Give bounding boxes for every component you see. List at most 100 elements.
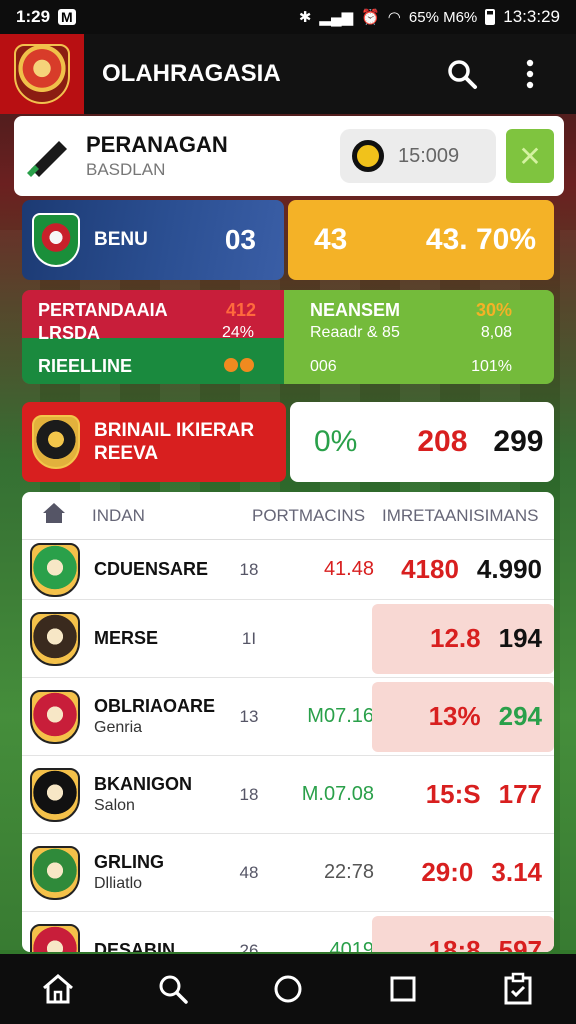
team-matches: 48 bbox=[239, 862, 259, 882]
highlight-pct: 0% bbox=[314, 425, 358, 458]
team-metric: 4019 bbox=[329, 939, 375, 952]
coin-value: 15:009 bbox=[398, 144, 460, 167]
team-crest-icon bbox=[30, 923, 80, 952]
summary-team-label: BENU bbox=[94, 229, 148, 250]
team-metric: 41.48 bbox=[323, 558, 374, 580]
team-name: MERSE bbox=[94, 628, 159, 648]
app-title: OLAHRAGASIA bbox=[102, 60, 281, 87]
team-metric: 22:78 bbox=[323, 861, 374, 883]
team-matches: 18 bbox=[239, 784, 259, 804]
table-row[interactable]: CDUENSARE 18 41.48 4180 4.990 bbox=[22, 540, 554, 600]
nav-clipboard-button[interactable] bbox=[496, 967, 540, 1011]
app-actions bbox=[444, 56, 576, 92]
bluetooth-icon: ✱ bbox=[298, 9, 312, 26]
strip-left-top-value: 412 bbox=[226, 300, 257, 320]
table-header-name[interactable]: INDAN bbox=[92, 506, 252, 526]
app-bar: OLAHRAGASIA bbox=[0, 34, 576, 114]
team-name: DESABIN bbox=[94, 940, 176, 952]
table-row[interactable]: MERSE 1I 12.8 194 bbox=[22, 600, 554, 678]
team-score: 12.8 194 bbox=[430, 623, 542, 654]
team-crest-icon bbox=[32, 213, 80, 267]
highlight-stats-card[interactable]: 0% 208 299 bbox=[290, 402, 554, 482]
more-vert-icon bbox=[526, 59, 534, 89]
stats-strip-right: NEANSEM 30% Reaadr & 85 8,08 006 101% bbox=[284, 290, 554, 384]
status-right: ✱ ▂▄▆ ⏰ ◠ 65% M6% 13:3:29 bbox=[299, 7, 560, 27]
circle-icon bbox=[274, 975, 302, 1003]
table-row[interactable]: OBLRIAOARE Genria 13 M07.16 13% 294 bbox=[22, 678, 554, 756]
strip-left-mid-value: 2‌4% bbox=[222, 324, 255, 341]
signal-icon: ▂▄▆ bbox=[319, 9, 354, 26]
summary-stat-right: 43. 70% bbox=[425, 223, 536, 256]
table-body: CDUENSARE 18 41.48 4180 4.990 MERSE 1I 12.8 194 O… bbox=[22, 540, 554, 952]
team-name-block: GRLING Dlliatlo bbox=[94, 852, 224, 893]
team-name-block: DESABIN bbox=[94, 940, 224, 952]
status-badge: M bbox=[58, 9, 76, 25]
team-score-a: 15:S bbox=[425, 779, 481, 809]
more-options-button[interactable] bbox=[512, 56, 548, 92]
table-header: INDAN PORTMACINS IMRETAANISIMANS bbox=[22, 492, 554, 540]
alarm-icon: ⏰ bbox=[361, 9, 380, 26]
app-logo bbox=[14, 44, 70, 104]
highlight-val-b: 299 bbox=[493, 425, 544, 458]
page-subtitle: BASDLAN bbox=[86, 160, 166, 179]
team-score-a: 29:0 bbox=[421, 857, 474, 887]
nav-home-button[interactable] bbox=[36, 967, 80, 1011]
team-name-block: CDUENSARE bbox=[94, 559, 224, 580]
team-name: CDUENSARE bbox=[94, 559, 209, 579]
table-row[interactable]: BKANIGON Salon 18 M.07.08 15:S 177 bbox=[22, 756, 554, 834]
table-row[interactable]: GRLING Dlliatlo 48 22:78 29:0 3.14 bbox=[22, 834, 554, 912]
highlight-team-text: BRINAIL IKIERAR REEVA bbox=[94, 419, 254, 465]
home-icon bbox=[42, 974, 73, 1004]
clipboard-icon bbox=[504, 972, 532, 1005]
team-metric: M.07.08 bbox=[301, 783, 374, 805]
team-subtitle: Genria bbox=[94, 719, 143, 736]
summary-team-value: 03 bbox=[224, 224, 256, 255]
team-score: 15:S 177 bbox=[426, 779, 542, 810]
team-subtitle: Dlliatlo bbox=[94, 875, 143, 892]
highlight-team-card[interactable]: BRINAIL IKIERAR REEVA bbox=[22, 402, 286, 482]
header-card: PERANAGAN BASDLAN 15:009 ✕ bbox=[14, 116, 564, 196]
team-subtitle: Salon bbox=[94, 797, 135, 814]
table-header-matches[interactable]: PORTMACINS bbox=[252, 506, 382, 526]
team-score-b: 294 bbox=[498, 701, 542, 731]
status-time: 1:29 bbox=[16, 7, 51, 26]
team-score-b: 177 bbox=[498, 779, 542, 809]
strip-right-mid-value: 8,08 bbox=[480, 324, 512, 341]
team-matches: 18 bbox=[239, 559, 259, 579]
square-icon bbox=[390, 976, 416, 1002]
team-score-b: 194 bbox=[498, 623, 542, 653]
page-title: PERANAGAN bbox=[86, 132, 228, 157]
team-name: BKANIGON bbox=[94, 774, 192, 794]
close-icon: ✕ bbox=[518, 140, 542, 172]
status-clock: 13:3:29 bbox=[503, 7, 560, 26]
team-name: OBLRIAOARE bbox=[94, 696, 215, 716]
team-score-a: 18:8 bbox=[428, 935, 481, 952]
coin-balance[interactable]: 15:009 bbox=[340, 129, 496, 183]
status-left: 1:29 M bbox=[16, 7, 76, 27]
home-icon[interactable] bbox=[42, 502, 68, 529]
team-score: 29:0 3.14 bbox=[421, 857, 542, 888]
header-text: PERANAGAN BASDLAN bbox=[86, 132, 340, 180]
search-button[interactable] bbox=[444, 56, 480, 92]
search-icon bbox=[448, 60, 477, 89]
nav-square-button[interactable] bbox=[381, 967, 425, 1011]
close-button[interactable]: ✕ bbox=[506, 129, 554, 183]
team-name: GRLING bbox=[94, 852, 164, 872]
app-logo-container[interactable] bbox=[0, 34, 84, 114]
nav-circle-button[interactable] bbox=[266, 967, 310, 1011]
stats-strip: PERTANDAAIA 412 LRSDA 2‌4% RIEELLINE NEA… bbox=[22, 290, 554, 384]
strip-right-top-label: NEANSEM bbox=[310, 300, 401, 320]
summary-team-card[interactable]: BENU 03 bbox=[22, 200, 284, 280]
nav-search-button[interactable] bbox=[151, 967, 195, 1011]
wifi-icon: ◠ bbox=[387, 9, 401, 26]
summary-stats-card[interactable]: 43 43. 70% bbox=[288, 200, 554, 280]
team-score-b: 3.14 bbox=[491, 857, 542, 887]
status-bar: 1:29 M ✱ ▂▄▆ ⏰ ◠ 65% M6% 13:3:29 bbox=[0, 0, 576, 34]
battery-icon bbox=[485, 9, 496, 25]
strip-left-mid-label: LRSDA bbox=[38, 323, 100, 343]
pen-icon bbox=[24, 132, 72, 180]
table-header-stats[interactable]: IMRETAANISIMANS bbox=[382, 506, 538, 526]
team-score: 4180 4.990 bbox=[401, 554, 542, 585]
table-row[interactable]: DESABIN 26 4019 18:8 597 bbox=[22, 912, 554, 952]
team-metric: M07.16 bbox=[307, 705, 374, 727]
